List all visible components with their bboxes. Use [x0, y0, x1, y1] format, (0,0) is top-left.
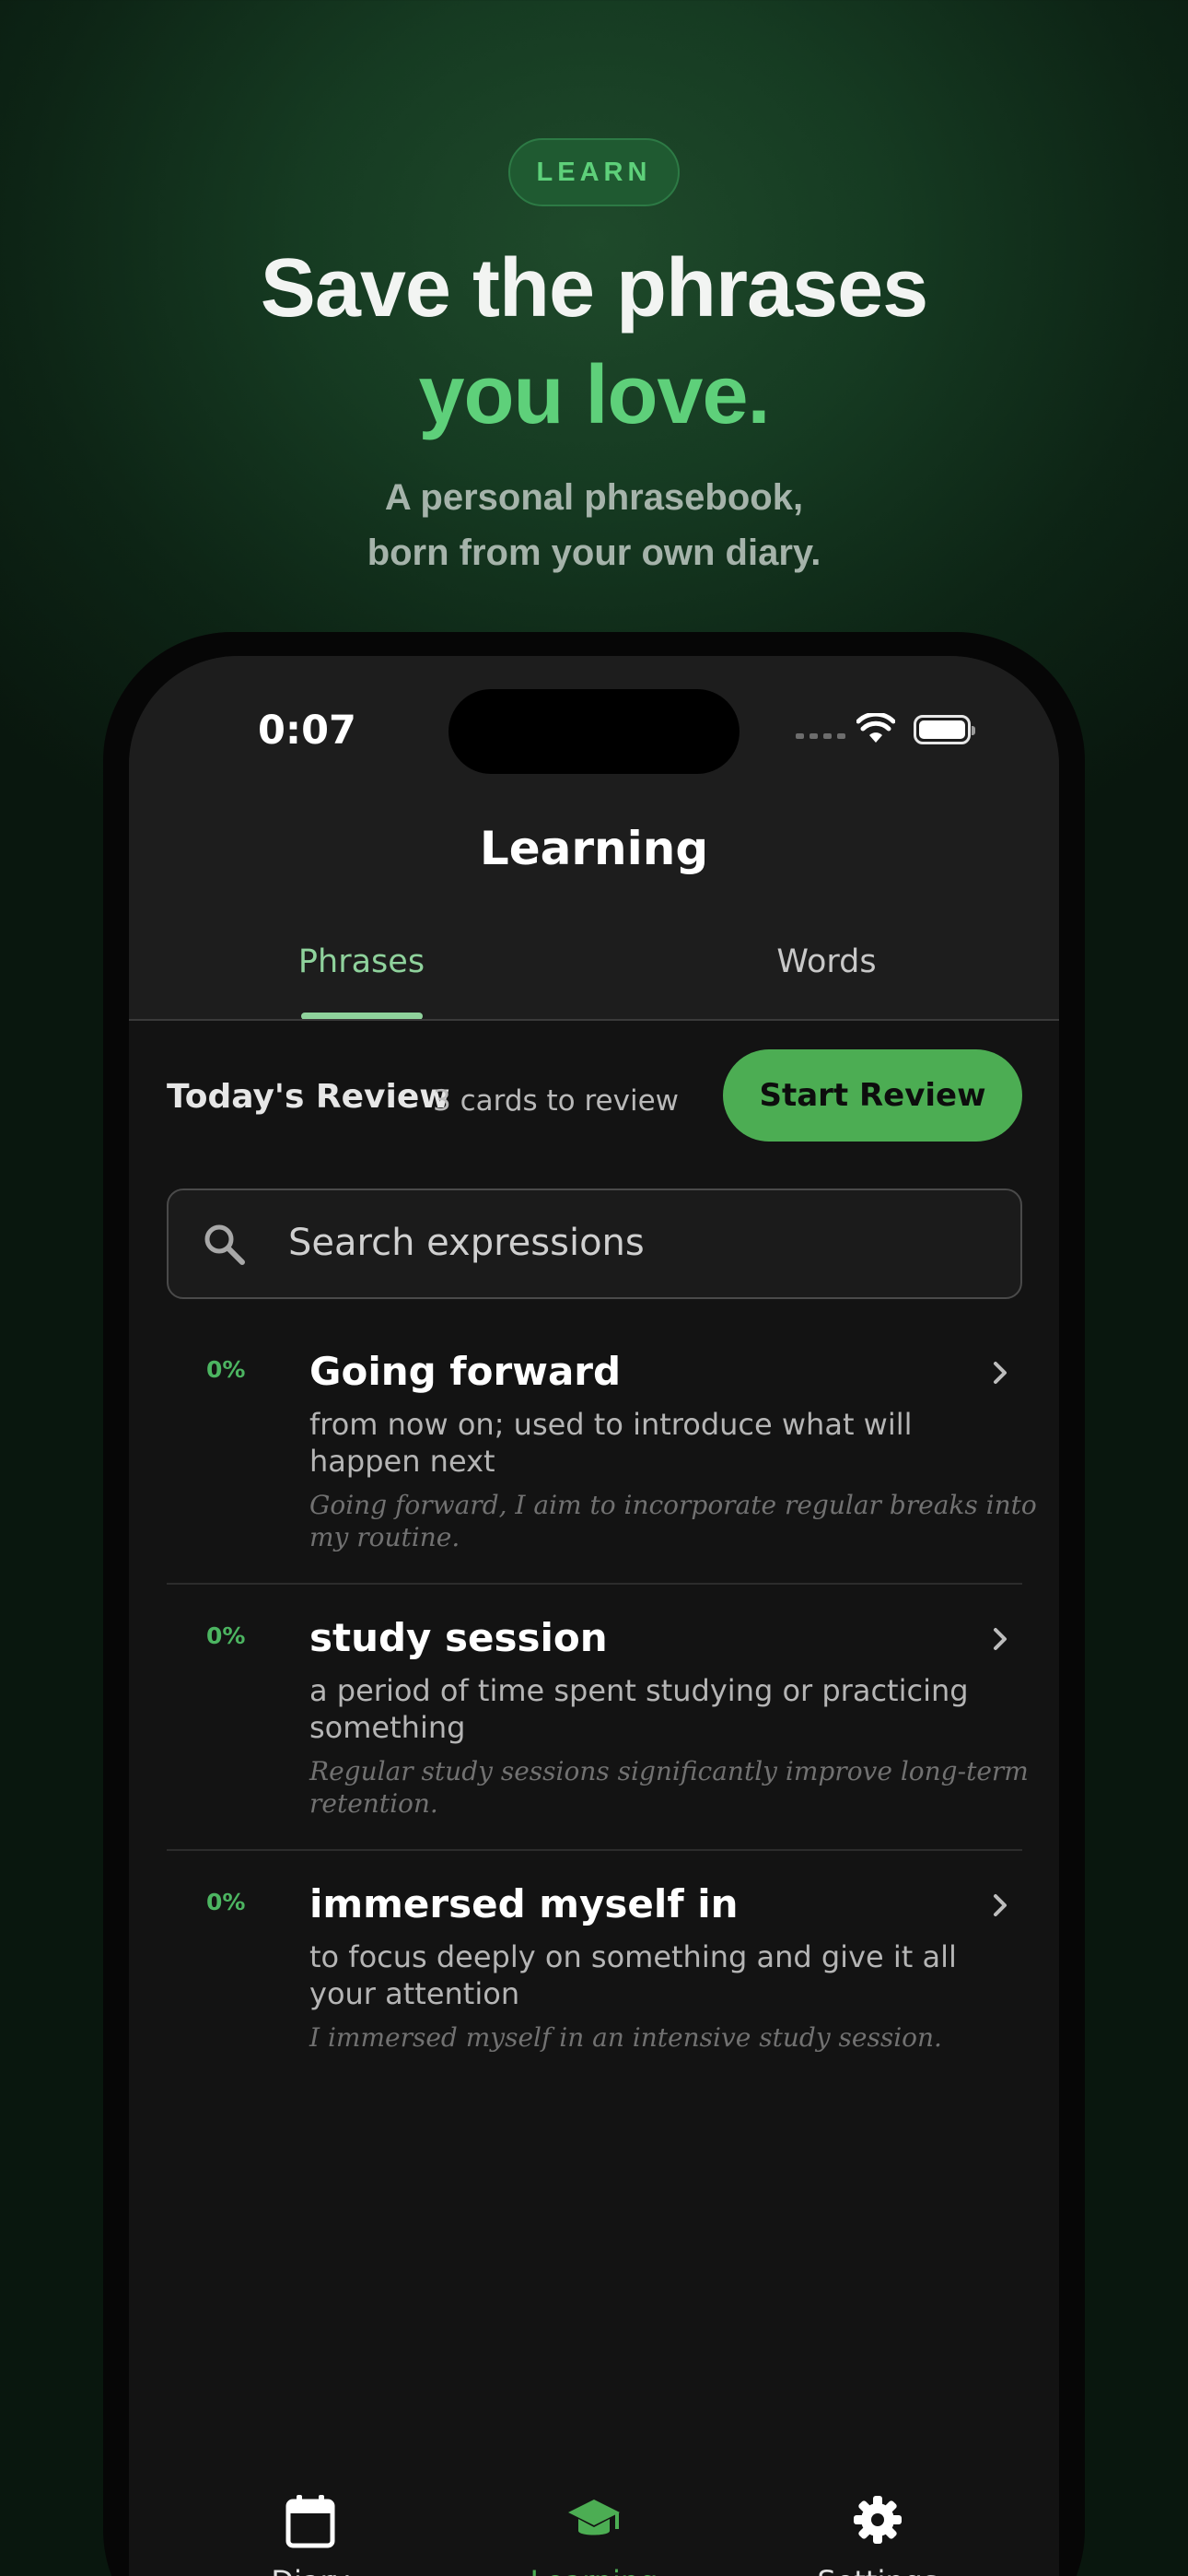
phone-screen: 0:07 Learning Phrases Words Today's Revi…: [129, 656, 1059, 2576]
headline-line-1: Save the phrases: [260, 242, 928, 334]
gear-icon: [854, 2496, 902, 2544]
search-input[interactable]: Search expressions: [167, 1188, 1022, 1299]
chevron-right-icon: [994, 1628, 1007, 1650]
phrase-meaning: from now on; used to introduce what will…: [309, 1407, 913, 1479]
phrase-example: Regular study sessions significantly imp…: [309, 1756, 1029, 1819]
tabbar-label-settings: Settings: [776, 2564, 979, 2576]
list-divider: [167, 1849, 1022, 1851]
dynamic-island: [448, 689, 740, 774]
tabbar-label-diary: Diary: [209, 2564, 412, 2576]
battery-icon: [914, 715, 975, 744]
phrase-example: Going forward, I aim to incorporate regu…: [309, 1490, 1037, 1552]
wifi-icon: [856, 713, 895, 743]
review-count: 3 cards to review: [433, 1084, 679, 1118]
list-divider: [167, 1583, 1022, 1585]
search-placeholder: Search expressions: [288, 1222, 645, 1264]
progress-percent: 0%: [206, 1622, 246, 1649]
tabs-divider: [129, 1019, 1059, 1021]
tabbar-label-learning: Learning: [493, 2564, 695, 2576]
progress-percent: 0%: [206, 1356, 246, 1383]
progress-percent: 0%: [206, 1889, 246, 1915]
phrase-meaning: to focus deeply on something and give it…: [309, 1939, 957, 2011]
graduation-cap-icon: [568, 2500, 620, 2535]
cellular-signal-icon: [796, 733, 845, 739]
chevron-right-icon: [994, 1362, 1007, 1384]
calendar-icon: [285, 2495, 335, 2548]
subheadline-line-1: A personal phrasebook,: [384, 477, 804, 518]
subheadline-line-2: born from your own diary.: [367, 533, 821, 573]
learn-badge: LEARN: [508, 138, 680, 206]
status-time: 0:07: [258, 708, 356, 754]
page-title: Learning: [479, 822, 709, 875]
headline-line-2: you love.: [418, 349, 770, 441]
phrase-title: immersed myself in: [309, 1881, 739, 1926]
phrase-title: Going forward: [309, 1349, 622, 1394]
search-icon: [204, 1224, 245, 1265]
tab-phrases[interactable]: Phrases: [129, 943, 594, 980]
start-review-button[interactable]: Start Review: [723, 1049, 1022, 1142]
tab-words[interactable]: Words: [594, 943, 1059, 980]
chevron-right-icon: [994, 1894, 1007, 1916]
phrase-title: study session: [309, 1615, 608, 1660]
todays-review-label: Today's Review: [167, 1078, 450, 1116]
phrase-meaning: a period of time spent studying or pract…: [309, 1673, 969, 1745]
phrase-example: I immersed myself in an intensive study …: [309, 2022, 942, 2053]
